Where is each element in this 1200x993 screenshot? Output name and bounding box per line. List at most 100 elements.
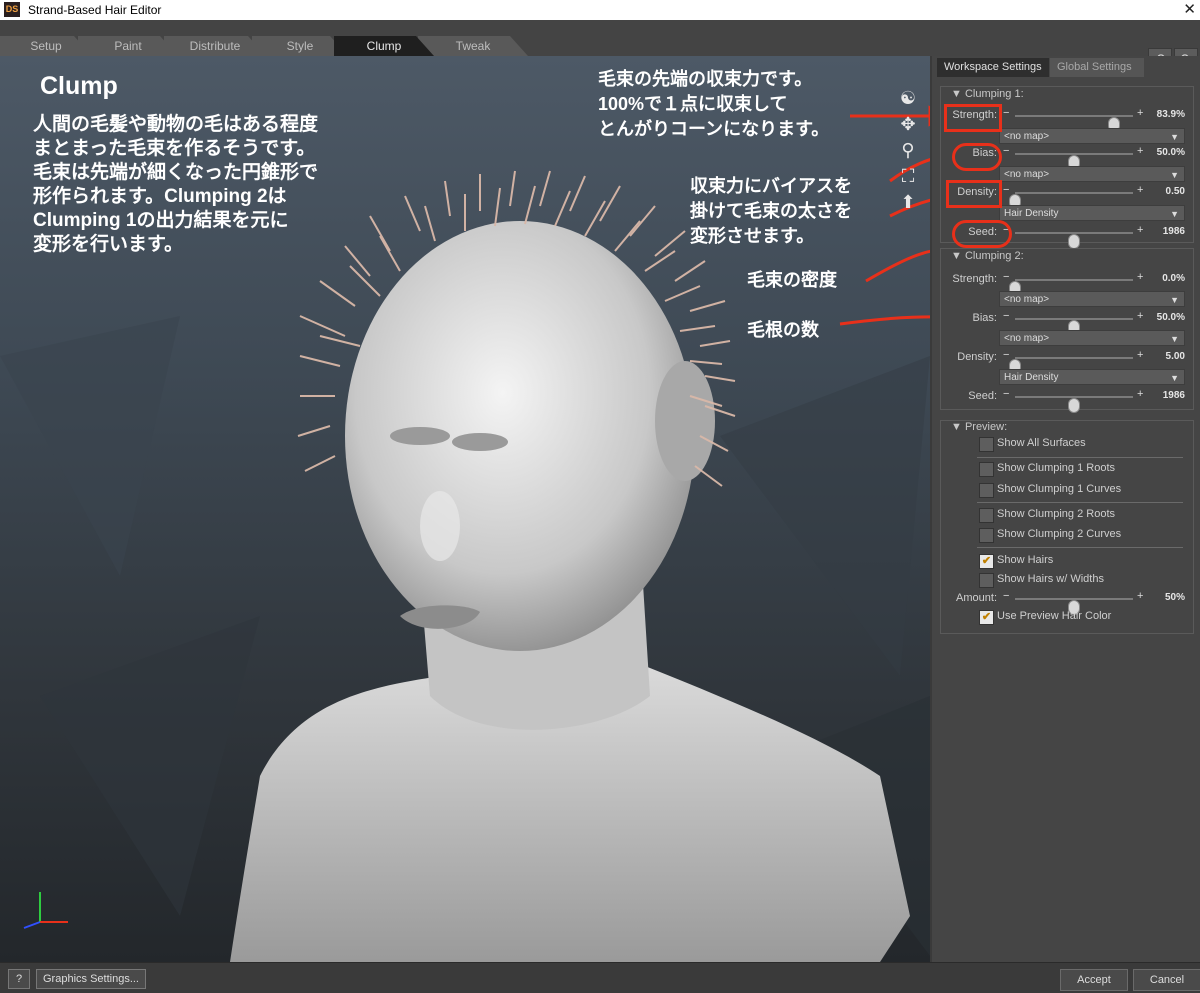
window-title: Strand-Based Hair Editor: [28, 3, 162, 17]
annotation-box-density: [946, 180, 1002, 208]
strength-map-select[interactable]: <no map> ▼: [999, 291, 1185, 307]
plus-icon[interactable]: +: [1137, 349, 1143, 361]
divider: [977, 547, 1183, 548]
desc-line: 人間の毛髪や動物の毛はある程度: [33, 114, 319, 135]
bias-map-select[interactable]: <no map> ▼: [999, 330, 1185, 346]
bias-map-select[interactable]: <no map> ▼: [999, 166, 1185, 182]
checkbox-box[interactable]: [979, 437, 994, 452]
minus-icon[interactable]: −: [1003, 184, 1009, 196]
close-icon[interactable]: ✕: [1183, 0, 1196, 18]
strength-slider[interactable]: [1015, 115, 1133, 132]
tab-tweak[interactable]: Tweak: [418, 36, 528, 56]
density-map-select[interactable]: Hair Density ▼: [999, 205, 1185, 221]
annotation-line: 100%で１点に収束して: [598, 94, 788, 114]
density-map-select[interactable]: Hair Density ▼: [999, 369, 1185, 385]
tab-paint[interactable]: Paint: [78, 36, 178, 56]
tab-style[interactable]: Style: [252, 36, 348, 56]
chevron-down-icon: ▼: [1170, 334, 1179, 344]
checkbox-box[interactable]: ✔: [979, 554, 994, 569]
bottom-bar: ? Graphics Settings... Accept Cancel: [0, 962, 1200, 993]
cancel-button[interactable]: Cancel: [1133, 969, 1200, 991]
annotation-box-bias: [952, 143, 1002, 171]
plus-icon[interactable]: +: [1137, 224, 1143, 236]
tab-workspace-settings[interactable]: Workspace Settings: [937, 58, 1049, 77]
desc-line: 変形を行います。: [33, 234, 184, 255]
bias-value: 50.0%: [1156, 312, 1185, 323]
minus-icon[interactable]: −: [1003, 349, 1009, 361]
strength-value: 83.9%: [1156, 109, 1185, 120]
select-value: <no map>: [1004, 294, 1050, 305]
daz-logo-icon: DS: [4, 2, 20, 17]
pan-icon[interactable]: ✥: [896, 114, 920, 139]
bias-label: Bias:: [972, 312, 997, 324]
clumping2-bias-row: Bias: − + 50.0%: [941, 310, 1193, 335]
bias-slider[interactable]: [1015, 153, 1133, 170]
plus-icon[interactable]: +: [1137, 271, 1143, 283]
plus-icon[interactable]: +: [1137, 590, 1143, 602]
orbit-icon[interactable]: ☯: [896, 88, 920, 113]
viewport-3d[interactable]: Clump 人間の毛髪や動物の毛はある程度 まとまった毛束を作るそうです。 毛束…: [0, 56, 930, 962]
checkbox-box[interactable]: [979, 573, 994, 588]
strength-value: 0.0%: [1162, 273, 1185, 284]
frame-icon[interactable]: ⛶: [896, 166, 920, 191]
minus-icon[interactable]: −: [1003, 310, 1009, 322]
plus-icon[interactable]: +: [1137, 310, 1143, 322]
checkbox-box[interactable]: [979, 508, 994, 523]
density-slider[interactable]: [1009, 192, 1133, 209]
preview-group: ▼ Preview: Show All Surfaces Show Clumpi…: [940, 420, 1194, 634]
annotation-strength: 毛束の先端の収束力です。 100%で１点に収束して とんがりコーンになります。: [598, 67, 829, 142]
checkbox-label: Show Clumping 1 Curves: [997, 483, 1122, 495]
annotation-seed: 毛根の数: [747, 320, 819, 340]
density-slider[interactable]: [1009, 357, 1133, 374]
checkbox-box[interactable]: ✔: [979, 610, 994, 625]
clumping2-density-row: Density: − + 5.00: [941, 349, 1193, 374]
plus-icon[interactable]: +: [1137, 388, 1143, 400]
minus-icon[interactable]: −: [1003, 271, 1009, 283]
chevron-down-icon: ▼: [1170, 373, 1179, 383]
chevron-down-icon: ▼: [1170, 295, 1179, 305]
tab-distribute[interactable]: Distribute: [164, 36, 266, 56]
annotation-bias: 収束力にバイアスを 掛けて毛束の太さを 変形させます。: [690, 174, 852, 249]
checkbox-box[interactable]: [979, 483, 994, 498]
checkbox-label: Show Clumping 1 Roots: [997, 462, 1116, 474]
density-value: 5.00: [1165, 351, 1185, 362]
minus-icon[interactable]: −: [1003, 145, 1009, 157]
annotation-line: 毛束の先端の収束力です。: [598, 69, 813, 89]
zoom-icon[interactable]: ⚲: [896, 140, 920, 165]
plus-icon[interactable]: +: [1137, 184, 1143, 196]
viewport-tools: ☯ ✥ ⚲ ⛶ ⬆: [896, 88, 924, 218]
amount-label: Amount:: [956, 592, 997, 604]
clumping2-title: ▼ Clumping 2:: [951, 250, 1024, 262]
slider-thumb[interactable]: [1068, 398, 1080, 413]
slider-thumb[interactable]: [1068, 234, 1080, 249]
checkbox-label: Show Clumping 2 Curves: [997, 528, 1122, 540]
desc-line: 形作られます。Clumping 2は: [33, 186, 287, 207]
tab-global-settings[interactable]: Global Settings: [1050, 58, 1144, 77]
viewport-heading: Clump: [40, 72, 118, 100]
annotation-box-seed: [952, 220, 1012, 248]
checkbox-box[interactable]: [979, 462, 994, 477]
density-value: 0.50: [1165, 186, 1185, 197]
settings-panel: Workspace Settings Global Settings ▼ Clu…: [932, 56, 1200, 962]
help-icon[interactable]: ?: [8, 969, 30, 989]
graphics-settings-button[interactable]: Graphics Settings...: [36, 969, 146, 989]
up-arrow-icon[interactable]: ⬆: [896, 192, 920, 217]
accept-button[interactable]: Accept: [1060, 969, 1128, 991]
checkbox-label: Show Hairs w/ Widths: [997, 573, 1104, 585]
checkbox-label: Show Clumping 2 Roots: [997, 508, 1116, 520]
chevron-down-icon: ▼: [1170, 209, 1179, 219]
seed-slider[interactable]: [1015, 232, 1133, 249]
plus-icon[interactable]: +: [1137, 145, 1143, 157]
plus-icon[interactable]: +: [1137, 107, 1143, 119]
bias-slider[interactable]: [1015, 318, 1133, 335]
minus-icon[interactable]: −: [1003, 107, 1009, 119]
strength-map-select[interactable]: <no map> ▼: [999, 128, 1185, 144]
amount-slider[interactable]: [1015, 598, 1133, 615]
minus-icon[interactable]: −: [1003, 590, 1009, 602]
checkbox-box[interactable]: [979, 528, 994, 543]
seed-slider[interactable]: [1015, 396, 1133, 413]
strength-slider[interactable]: [1009, 279, 1133, 296]
select-value: <no map>: [1004, 169, 1050, 180]
minus-icon[interactable]: −: [1003, 388, 1009, 400]
viewport-description: 人間の毛髪や動物の毛はある程度 まとまった毛束を作るそうです。 毛束は先端が細く…: [33, 113, 413, 257]
